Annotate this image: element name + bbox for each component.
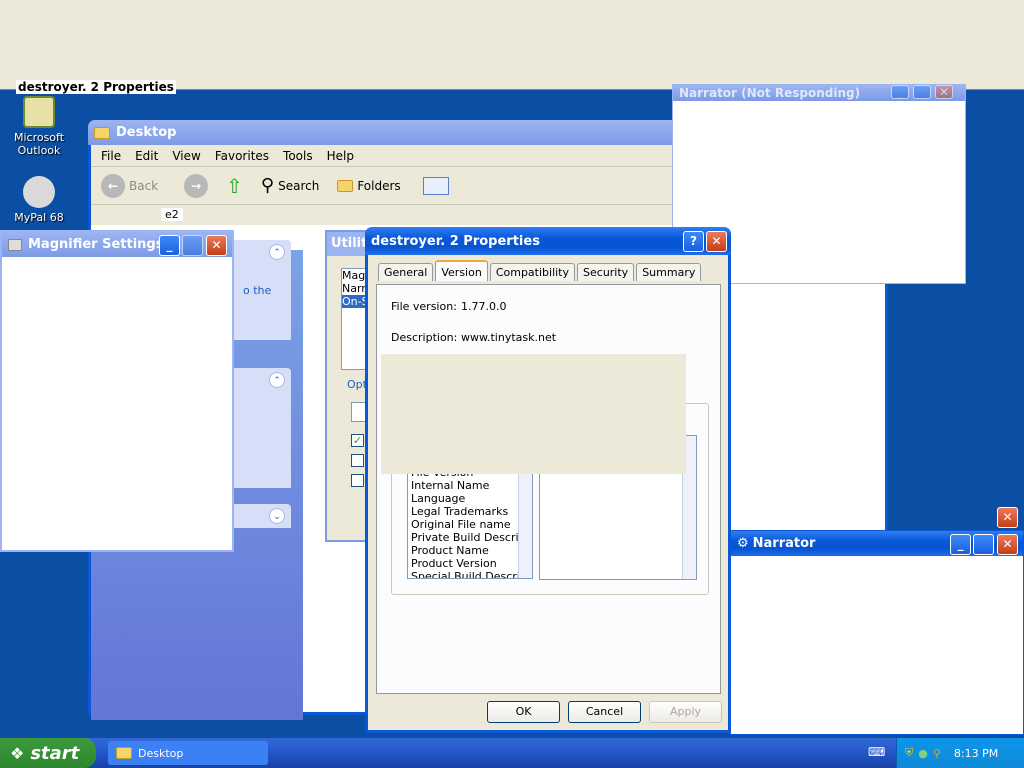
keyboard-icon[interactable]: ⌨: [868, 745, 885, 759]
props-titlebar[interactable]: destroyer. 2 Properties ? ✕: [365, 227, 731, 255]
file-version-label: File version:: [391, 300, 457, 313]
folder-icon: [116, 747, 132, 759]
checkbox[interactable]: [351, 474, 364, 487]
network-icon[interactable]: ●: [918, 747, 928, 760]
outlook-icon: [23, 96, 55, 128]
magnifier-title: Magnifier Settings: [28, 237, 164, 252]
tab-general[interactable]: General: [378, 263, 434, 281]
taskbar-button-desktop[interactable]: Desktop: [108, 741, 268, 765]
props-title: destroyer. 2 Properties: [371, 233, 540, 249]
list-item[interactable]: Product Name: [408, 544, 532, 557]
menu-tools[interactable]: Tools: [283, 149, 313, 163]
menu-favorites[interactable]: Favorites: [215, 149, 269, 163]
back-button[interactable]: ← Back: [101, 173, 158, 198]
narrator-window: ⚙ Narrator _ ✕: [730, 530, 1024, 735]
security-shield-icon[interactable]: ⛨: [905, 746, 913, 760]
tab-strip: General Version Compatibility Security S…: [378, 260, 702, 281]
narrator-app-icon: ⚙: [737, 536, 749, 551]
forward-button[interactable]: →: [184, 173, 209, 198]
list-item[interactable]: Language: [408, 492, 532, 505]
list-item[interactable]: Original File name: [408, 518, 532, 531]
menu-view[interactable]: View: [172, 149, 200, 163]
desktop-icon-label: Microsoft Outlook: [13, 131, 65, 157]
maximize-button[interactable]: [913, 85, 931, 99]
list-item[interactable]: Special Build Descript: [408, 570, 532, 578]
expand-chevron-icon[interactable]: ⌄: [269, 508, 285, 524]
taskbar-button-label: Desktop: [138, 746, 184, 760]
checkbox-checked[interactable]: ✓: [351, 434, 364, 447]
list-item[interactable]: Private Build Descripti: [408, 531, 532, 544]
start-button[interactable]: ❖ start: [0, 738, 96, 768]
search-button[interactable]: ⚲ Search: [261, 175, 319, 196]
list-item[interactable]: Product Version: [408, 557, 532, 570]
menu-help[interactable]: Help: [327, 149, 354, 163]
desktop-icon-mypal[interactable]: MyPal 68: [4, 176, 74, 224]
unpainted-area: [381, 354, 686, 474]
desktop-icon-outlook[interactable]: Microsoft Outlook: [4, 96, 74, 157]
file-version-value: 1.77.0.0: [461, 300, 507, 313]
collapse-chevron-icon[interactable]: ⌃: [269, 244, 285, 260]
windows-logo-icon: ❖: [10, 743, 25, 763]
list-item[interactable]: Internal Name: [408, 479, 532, 492]
minimize-button[interactable]: _: [891, 85, 909, 99]
mypal-icon: [23, 176, 55, 208]
item-name-list[interactable]: File Version Internal Name Language Lega…: [407, 465, 533, 579]
version-tab-page: File version: 1.77.0.0 Description: www.…: [376, 284, 721, 694]
system-tray: ⛨ ● ⚲ 8:13 PM: [896, 738, 1024, 768]
search-icon: ⚲: [260, 175, 275, 196]
magnifier-settings-window: Magnifier Settings _ ✕: [0, 230, 234, 552]
folders-button[interactable]: Folders: [337, 179, 401, 193]
clock[interactable]: 8:13 PM: [954, 747, 998, 760]
up-folder-icon[interactable]: ⇧: [226, 174, 243, 198]
description-label: Description:: [391, 331, 458, 344]
folders-icon: [337, 179, 354, 192]
checkbox[interactable]: [351, 454, 364, 467]
utility-options-label: Opt: [347, 378, 367, 391]
maximize-button[interactable]: [973, 534, 994, 555]
apply-button[interactable]: Apply: [649, 701, 722, 723]
tab-summary[interactable]: Summary: [636, 263, 702, 281]
properties-dialog: General Version Compatibility Security S…: [365, 255, 731, 733]
tab-security[interactable]: Security: [577, 263, 635, 281]
explorer-title: Desktop: [116, 125, 177, 140]
close-button[interactable]: ✕: [935, 85, 953, 99]
maximize-button[interactable]: [182, 235, 203, 256]
close-button[interactable]: ✕: [997, 534, 1018, 555]
ok-button[interactable]: OK: [487, 701, 560, 723]
description-value: www.tinytask.net: [461, 331, 557, 344]
magnifier-tray-icon[interactable]: ⚲: [933, 747, 941, 760]
list-item[interactable]: Legal Trademarks: [408, 505, 532, 518]
tab-compatibility[interactable]: Compatibility: [489, 263, 576, 281]
close-button[interactable]: ✕: [997, 507, 1018, 528]
ghost-window-title: destroyer. 2 Properties: [16, 80, 176, 94]
narrator-title: Narrator: [752, 536, 816, 551]
menu-file[interactable]: File: [101, 149, 121, 163]
close-button[interactable]: ✕: [206, 235, 227, 256]
start-label: start: [30, 742, 80, 764]
cancel-button[interactable]: Cancel: [568, 701, 641, 723]
folder-icon: [94, 126, 110, 139]
collapse-chevron-icon[interactable]: ⌃: [269, 372, 285, 388]
tab-version[interactable]: Version: [435, 260, 488, 281]
vertical-scrollbar[interactable]: [518, 466, 532, 578]
menu-edit[interactable]: Edit: [135, 149, 158, 163]
task-link[interactable]: o the: [243, 284, 271, 297]
minimize-button[interactable]: _: [950, 534, 971, 555]
desktop-icon-label: MyPal 68: [14, 211, 64, 224]
magnifier-view-strip: [0, 0, 1024, 90]
close-button[interactable]: ✕: [706, 231, 727, 252]
address-input[interactable]: e2: [161, 208, 183, 221]
magnifier-app-icon: [8, 238, 22, 251]
minimize-button[interactable]: _: [159, 235, 180, 256]
back-arrow-icon: ←: [101, 173, 125, 198]
help-button[interactable]: ?: [683, 231, 704, 252]
views-icon[interactable]: [422, 176, 449, 195]
